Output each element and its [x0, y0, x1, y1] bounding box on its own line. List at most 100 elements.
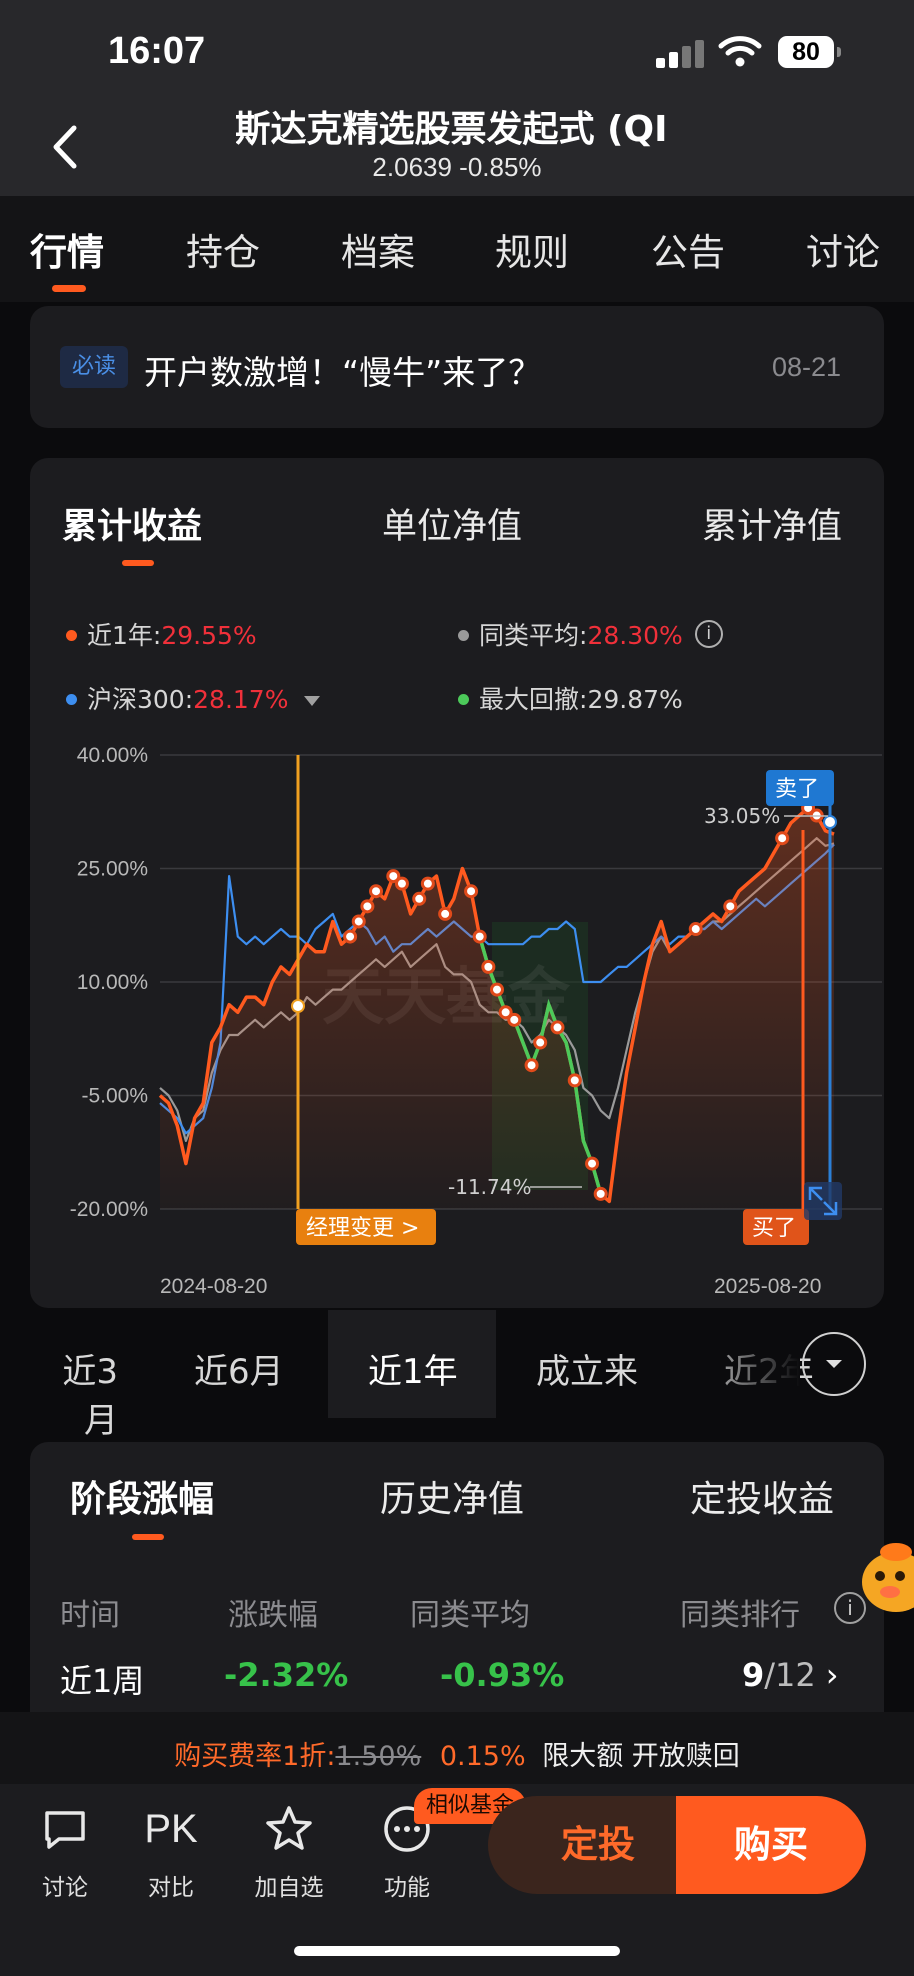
col-peer-rank: 同类排行 [680, 1598, 800, 1633]
must-read-badge: 必读 [60, 346, 128, 388]
promo-old-rate: 1.50% [335, 1741, 422, 1772]
row-change: -2.32% [224, 1656, 349, 1694]
sell-label[interactable]: 卖了 [775, 777, 819, 802]
manager-change-label[interactable]: 经理变更 > [306, 1216, 419, 1241]
bottom-compare[interactable]: PK 对比 [126, 1800, 216, 1902]
peak-label: 33.05% [704, 804, 780, 828]
tab-rules[interactable]: 规则 [495, 222, 569, 276]
trade-point[interactable] [507, 1012, 522, 1027]
promo-text[interactable]: 购买费率1折:1.50% 0.15% 限大额 开放赎回 [0, 1734, 914, 1773]
status-bar: 16:07 80 [0, 0, 914, 100]
main-tabs [0, 196, 914, 302]
legend-drawdown-label: 最大回撤: [479, 685, 588, 714]
legend-index-value: 28.17% [193, 685, 289, 714]
legend-drawdown: 最大回撤:29.87% [458, 680, 683, 716]
trade-point[interactable] [723, 899, 738, 914]
back-arrow-icon[interactable] [46, 122, 86, 172]
status-time: 16:07 [108, 30, 206, 72]
trade-point[interactable] [533, 1035, 548, 1050]
range-1y[interactable]: 近1年 [368, 1344, 458, 1393]
tab-market[interactable]: 行情 [30, 222, 104, 276]
tab-holdings[interactable]: 持仓 [186, 222, 260, 276]
legend-peer-dot [458, 629, 469, 641]
trade-point[interactable] [524, 1058, 539, 1073]
chat-icon [45, 1811, 85, 1849]
trade-point[interactable] [775, 831, 790, 846]
legend-peer-label: 同类平均: [479, 621, 588, 650]
chevron-down-icon [826, 1360, 842, 1368]
perf-tab-history-nav[interactable]: 历史净值 [380, 1470, 524, 1522]
tab-announcements[interactable]: 公告 [651, 222, 725, 276]
trade-point[interactable] [369, 884, 384, 899]
tab-discussion[interactable]: 讨论 [806, 222, 880, 276]
range-fade [690, 1318, 800, 1408]
y-tick-label: -5.00% [81, 1085, 148, 1108]
bottom-compare-label: 对比 [148, 1875, 194, 1901]
trade-point[interactable] [360, 899, 375, 914]
home-indicator [294, 1946, 620, 1956]
chart-tab-cumulative-nav[interactable]: 累计净值 [702, 498, 842, 549]
dropdown-caret-icon[interactable] [304, 696, 321, 706]
x-end-label: 2025-08-20 [714, 1275, 821, 1298]
bottom-discuss[interactable]: 讨论 [20, 1800, 110, 1902]
buy-label[interactable]: 买了 [752, 1216, 796, 1241]
row-peer-avg: -0.93% [440, 1656, 565, 1694]
trade-point[interactable] [593, 1186, 608, 1201]
trade-point[interactable] [550, 1020, 565, 1035]
wifi-icon [718, 36, 762, 67]
trade-point[interactable] [464, 884, 479, 899]
notice-headline[interactable]: 开户数激增！“慢牛”来了？ [144, 346, 541, 394]
buy-button[interactable]: 购买 [676, 1796, 866, 1894]
legend-fund-label: 近1年: [87, 621, 162, 650]
bottom-watchlist[interactable]: 加自选 [244, 1800, 334, 1902]
promo-new-rate: 0.15% [439, 1741, 526, 1772]
battery-icon: 80 [778, 36, 841, 68]
perf-tab-indicator [132, 1534, 164, 1540]
bottom-watchlist-label: 加自选 [254, 1875, 324, 1901]
trough-label: -11.74% [448, 1175, 531, 1199]
return-chart[interactable]: 天天基金 经理变更 > 买了 卖了 33.05% -11.74% 40.00%2… [30, 730, 884, 1300]
x-start-label: 2024-08-20 [160, 1275, 267, 1298]
range-since-inception[interactable]: 成立来 [536, 1344, 638, 1393]
mascot-icon[interactable] [858, 1532, 914, 1620]
trade-point[interactable] [688, 922, 703, 937]
trade-point[interactable] [585, 1156, 600, 1171]
range-dropdown-button[interactable] [802, 1332, 866, 1396]
trade-point[interactable] [481, 959, 496, 974]
trade-point[interactable] [412, 891, 427, 906]
chart-tab-cumulative-return[interactable]: 累计收益 [62, 498, 202, 549]
y-tick-label: 10.00% [77, 971, 148, 994]
sell-point [823, 815, 837, 829]
y-tick-label: -20.00% [70, 1198, 148, 1221]
trade-point[interactable] [394, 876, 409, 891]
chart-tab-unit-nav[interactable]: 单位净值 [382, 498, 522, 549]
row-rank[interactable]: 9/12 › [742, 1656, 839, 1694]
trade-point[interactable] [343, 929, 358, 944]
signal-icon [656, 40, 708, 68]
sip-button[interactable]: 定投 [488, 1796, 708, 1894]
legend-fund-value: 29.55% [161, 621, 257, 650]
fund-price-change: 2.0639 -0.85% [372, 152, 542, 182]
promo-prefix: 购买费率1折: [174, 1741, 336, 1772]
trade-point[interactable] [438, 906, 453, 921]
legend-fund: 近1年:29.55% [66, 616, 257, 652]
perf-tab-sip-return[interactable]: 定投收益 [690, 1470, 834, 1522]
trade-point[interactable] [351, 914, 366, 929]
range-3m[interactable]: 近3月 [30, 1344, 118, 1442]
info-icon[interactable]: i [694, 620, 723, 648]
promo-suffix: 限大额 开放赎回 [542, 1741, 740, 1772]
tab-profile[interactable]: 档案 [341, 222, 415, 276]
trade-point[interactable] [490, 982, 504, 997]
col-period: 时间 [60, 1598, 120, 1633]
perf-tab-stage-return[interactable]: 阶段涨幅 [70, 1470, 214, 1522]
range-6m[interactable]: 近6月 [194, 1344, 284, 1393]
row-rank-value: 9 [742, 1656, 765, 1694]
legend-index-dot [66, 693, 77, 705]
trade-point[interactable] [567, 1073, 582, 1088]
col-peer-avg: 同类平均 [410, 1598, 530, 1633]
legend-index[interactable]: 沪深300:28.17% [66, 680, 321, 716]
trade-point[interactable] [472, 929, 487, 944]
trade-point[interactable] [420, 876, 435, 891]
legend-peer-value: 28.30% [587, 621, 683, 650]
legend-index-label: 沪深300: [87, 685, 194, 714]
